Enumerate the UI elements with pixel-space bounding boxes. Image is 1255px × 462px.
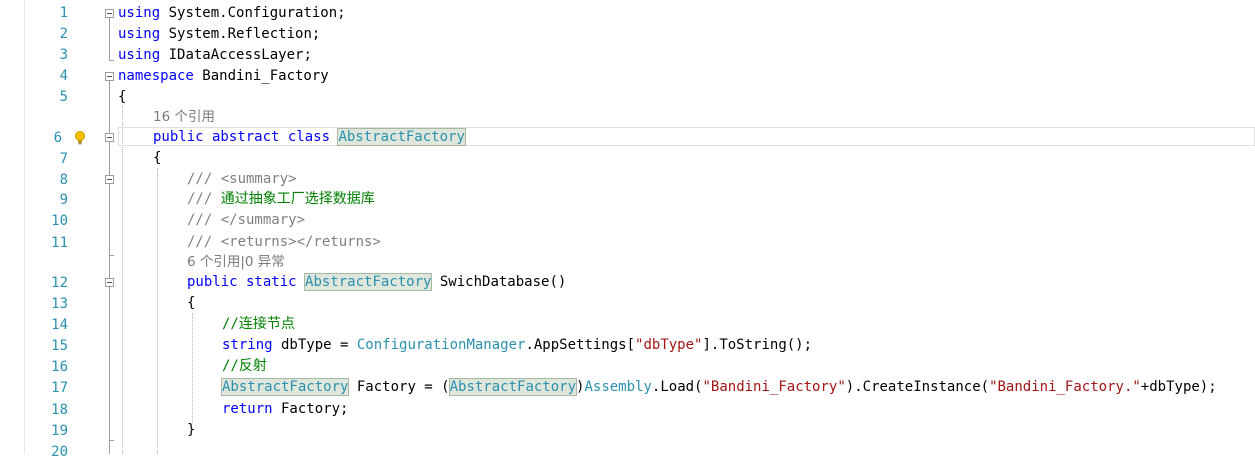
line-number: 14 <box>51 317 68 333</box>
code-lens-references[interactable]: 16 个引用 <box>153 107 215 127</box>
code-text: SwichDatabase() <box>431 274 567 290</box>
code-line-11[interactable]: /// <returns></returns> <box>187 232 381 252</box>
line-number: 1 <box>59 5 68 21</box>
code-line-14[interactable]: //连接节点 <box>222 314 295 334</box>
code-text: Factory = ( <box>348 379 450 395</box>
line-number: 9 <box>59 192 68 208</box>
line-number: 3 <box>59 47 68 63</box>
code-text: Bandini_Factory <box>193 68 329 84</box>
code-line-12[interactable]: public static AbstractFactory SwichDatab… <box>187 272 566 292</box>
line-number: 10 <box>51 213 68 229</box>
code-lens-references[interactable]: 6 个引用|0 异常 <box>187 252 285 272</box>
code-text: ].ToString(); <box>702 337 813 353</box>
indent-guide <box>192 313 193 423</box>
type-name: Assembly <box>584 379 652 395</box>
comment: //反射 <box>222 358 267 374</box>
type-name: ConfigurationManager <box>356 337 526 353</box>
collapse-icon[interactable] <box>105 278 114 287</box>
type-name-highlighted: AbstractFactory <box>337 128 466 146</box>
code-line-9[interactable]: /// 通过抽象工厂选择数据库 <box>187 189 375 209</box>
line-number: 7 <box>59 151 68 167</box>
indent-guide <box>157 168 158 454</box>
line-number: 4 <box>59 68 68 84</box>
indent-guide <box>122 106 123 454</box>
keyword: public static <box>187 274 297 290</box>
code-line-13[interactable]: { <box>187 293 195 313</box>
code-text: +dbType); <box>1140 379 1217 395</box>
line-number: 2 <box>59 26 68 42</box>
doc-comment: /// <returns></returns> <box>187 234 381 250</box>
comment: 通过抽象工厂选择数据库 <box>212 191 375 207</box>
code-text: dbType = <box>272 337 357 353</box>
lightbulb-icon[interactable] <box>74 131 86 145</box>
code-line-10[interactable]: /// </summary> <box>187 210 305 230</box>
string-literal: "Bandini_Factory" <box>702 379 846 395</box>
line-number: 13 <box>51 296 68 312</box>
keyword: namespace <box>118 68 194 84</box>
indicator-margin <box>0 0 24 454</box>
code-line-17[interactable]: AbstractFactory Factory = (AbstractFacto… <box>220 377 1217 397</box>
line-number: 8 <box>59 172 68 188</box>
keyword: using <box>118 47 161 63</box>
keyword: using <box>118 26 161 42</box>
comment: //连接节点 <box>222 316 295 332</box>
fold-line-end <box>109 255 114 256</box>
code-line-3[interactable]: using IDataAccessLayer; <box>118 45 312 65</box>
keyword: string <box>222 337 273 353</box>
code-line-7[interactable]: { <box>153 148 161 168</box>
code-line-15[interactable]: string dbType = ConfigurationManager.App… <box>222 335 812 355</box>
line-number: 11 <box>51 235 68 251</box>
keyword: return <box>222 401 273 417</box>
code-text: { <box>118 89 127 105</box>
line-number: 15 <box>51 338 68 354</box>
type-name-highlighted: AbstractFactory <box>448 378 578 396</box>
doc-comment: /// <summary> <box>187 171 297 187</box>
code-line-4[interactable]: namespace Bandini_Factory <box>118 66 329 86</box>
keyword: public abstract class <box>153 129 331 145</box>
string-literal: "dbType" <box>635 337 703 353</box>
line-number: 5 <box>59 89 68 105</box>
type-name-highlighted: AbstractFactory <box>220 378 350 396</box>
line-number: 17 <box>51 380 68 396</box>
collapse-icon[interactable] <box>105 133 114 142</box>
code-line-2[interactable]: using System.Reflection; <box>118 24 320 44</box>
collapse-icon[interactable] <box>105 175 114 184</box>
string-literal: "Bandini_Factory." <box>989 379 1141 395</box>
fold-line <box>109 18 110 60</box>
code-text: .Load( <box>651 379 703 395</box>
code-text: .AppSettings[ <box>525 337 636 353</box>
doc-comment: /// <box>187 191 213 207</box>
line-number: 6 <box>53 130 62 146</box>
fold-line-end <box>109 440 114 441</box>
code-text: System.Reflection; <box>160 26 321 42</box>
line-number: 18 <box>51 402 68 418</box>
code-text: { <box>187 295 196 311</box>
code-text: Factory; <box>272 401 349 417</box>
type-name-highlighted: AbstractFactory <box>304 273 433 291</box>
doc-comment: /// </summary> <box>187 212 306 228</box>
code-line-8[interactable]: /// <summary> <box>187 169 297 189</box>
line-number: 12 <box>51 275 68 291</box>
code-text: IDataAccessLayer; <box>160 47 312 63</box>
fold-line-end <box>109 60 114 61</box>
code-text: System.Configuration; <box>160 5 346 21</box>
line-number: 20 <box>51 444 68 460</box>
code-text: } <box>187 422 196 438</box>
code-text: { <box>153 150 162 166</box>
line-number: 19 <box>51 423 68 439</box>
keyword: using <box>118 5 161 21</box>
code-line-5[interactable]: { <box>118 87 126 107</box>
code-text: ).CreateInstance( <box>845 379 990 395</box>
collapse-icon[interactable] <box>105 72 114 81</box>
code-editor[interactable]: 1 2 3 4 5 6 7 8 9 10 11 12 13 14 15 16 1… <box>0 0 1255 460</box>
collapse-icon[interactable] <box>105 9 114 18</box>
margin-separator <box>24 0 25 454</box>
code-line-18[interactable]: return Factory; <box>222 399 348 419</box>
code-line-16[interactable]: //反射 <box>222 356 267 376</box>
code-line-6[interactable]: public abstract class AbstractFactory <box>153 127 466 147</box>
line-number: 16 <box>51 359 68 375</box>
code-line-19[interactable]: } <box>187 420 195 440</box>
code-line-1[interactable]: using System.Configuration; <box>118 3 346 23</box>
